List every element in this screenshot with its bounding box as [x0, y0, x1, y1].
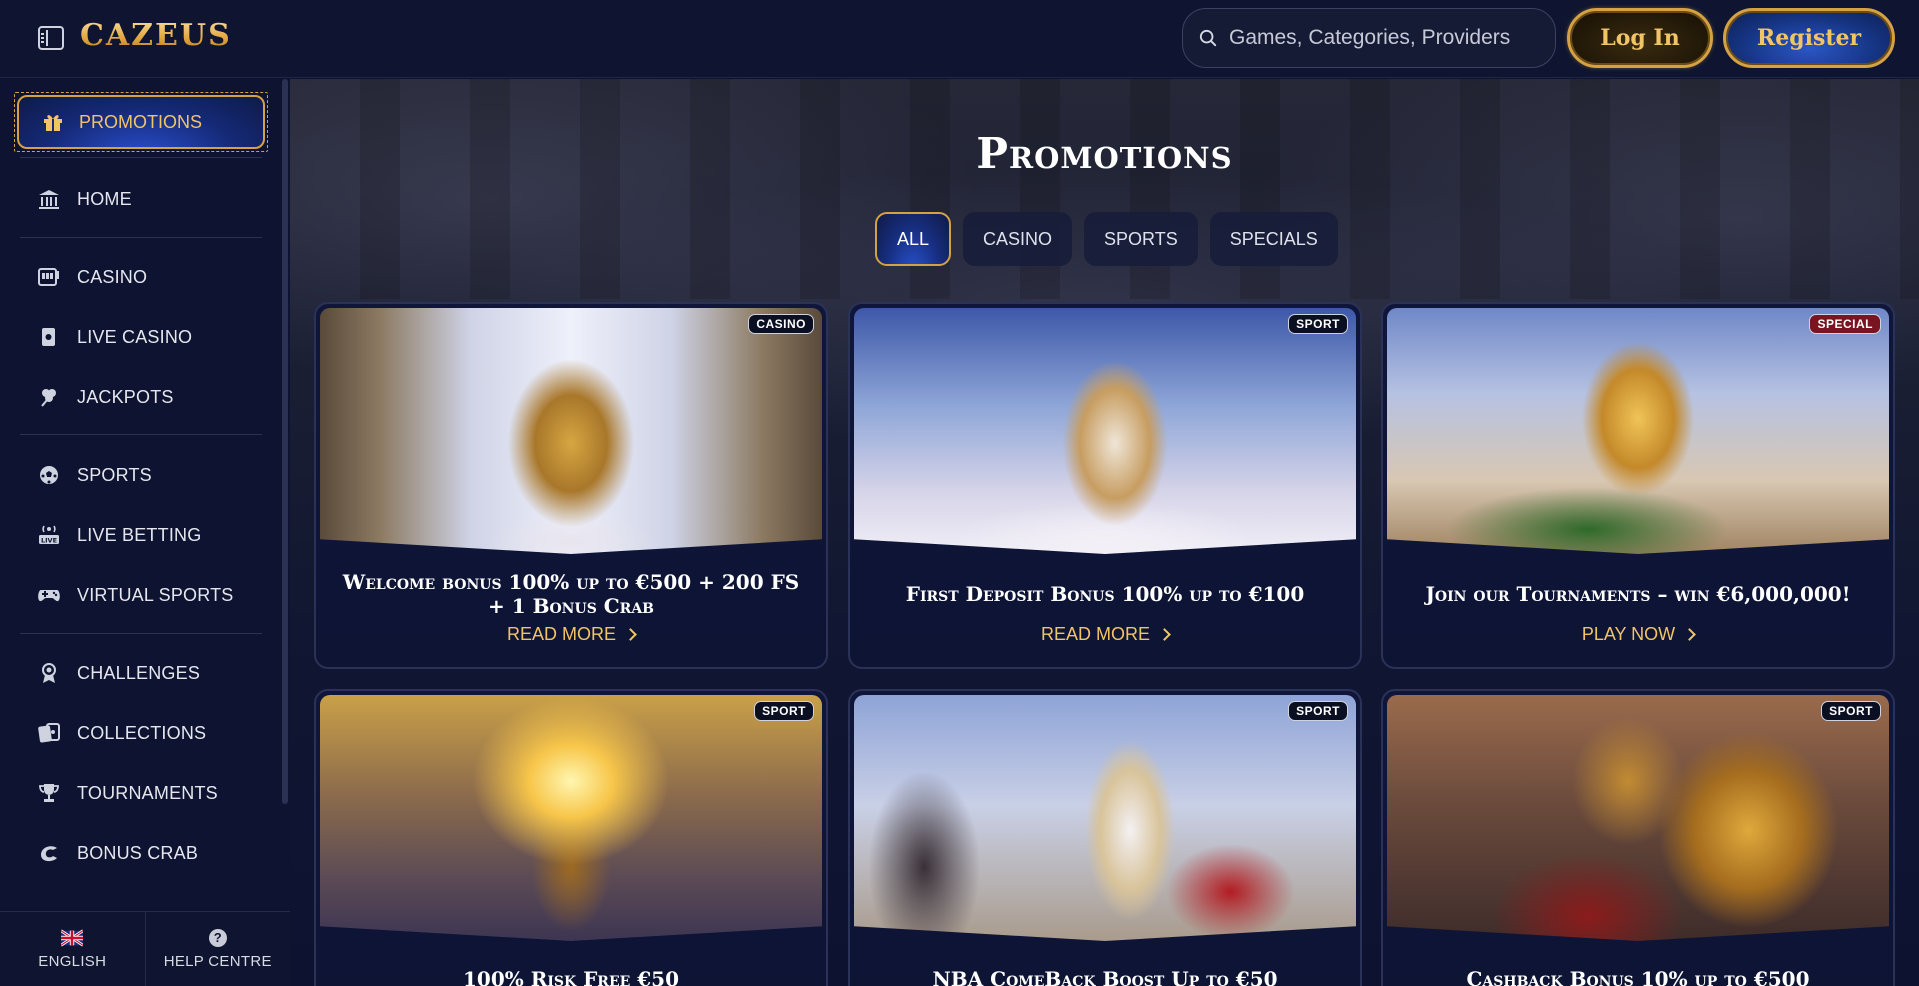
help-label: HELP CENTRE	[163, 952, 272, 970]
chevron-right-icon	[624, 628, 637, 641]
promo-image-amphora	[320, 695, 822, 941]
chevron-right-icon	[1158, 628, 1171, 641]
sidebar-divider	[20, 237, 262, 238]
sidebar-item-label: CHALLENGES	[77, 662, 201, 683]
collections-icon	[36, 720, 62, 746]
sidebar-item-challenges[interactable]: CHALLENGES	[36, 653, 200, 693]
read-more-link[interactable]: READ MORE	[316, 624, 826, 645]
sidebar-item-casino[interactable]: CASINO	[36, 257, 147, 297]
filter-tab-all[interactable]: ALL	[875, 212, 952, 266]
help-centre-button[interactable]: ? HELP CENTRE	[144, 912, 291, 986]
promo-image-zeus	[320, 308, 822, 554]
sidebar-item-promotions-inner: PROMOTIONS	[17, 95, 265, 149]
search-icon	[1199, 29, 1217, 47]
main-content: Promotions ALL CASINO SPORTS SPECIALS CA…	[290, 79, 1919, 986]
play-now-link[interactable]: PLAY NOW	[1383, 624, 1893, 645]
sidebar-item-sports[interactable]: SPORTS	[36, 455, 152, 495]
promo-title: Welcome bonus 100% up to €500 + 200 FS +…	[342, 570, 800, 618]
sidebar-item-collections[interactable]: COLLECTIONS	[36, 713, 206, 753]
sidebar-item-label: PROMOTIONS	[79, 111, 203, 132]
sidebar-item-label: COLLECTIONS	[77, 722, 207, 743]
chevron-right-icon	[1683, 628, 1697, 641]
sidebar-scrollbar[interactable]	[282, 79, 288, 804]
sidebar-item-live-betting[interactable]: LIVE LIVE BETTING	[36, 515, 201, 555]
soccer-ball-icon	[36, 462, 62, 488]
language-selector[interactable]: ENGLISH	[0, 912, 145, 986]
sidebar-item-home[interactable]: HOME	[36, 179, 132, 219]
sidebar-item-label: VIRTUAL SPORTS	[77, 584, 234, 605]
sidebar-divider	[20, 434, 262, 435]
sidebar-item-label: CASINO	[77, 266, 148, 287]
cta-label: PLAY NOW	[1581, 624, 1676, 644]
promo-image-spartan	[1387, 695, 1889, 941]
promo-title: Cashback Bonus 10% up to €500	[1466, 967, 1810, 986]
sidebar-divider	[20, 633, 262, 634]
live-icon: LIVE	[36, 522, 62, 548]
sidebar-item-live-casino[interactable]: LIVE CASINO	[36, 317, 192, 357]
promo-title: First Deposit Bonus 100% up to €100	[905, 582, 1305, 606]
medal-icon	[36, 660, 62, 686]
promo-card[interactable]: SPORT NBA ComeBack Boost Up to €50	[848, 689, 1362, 986]
sidebar-item-tournaments[interactable]: TOURNAMENTS	[36, 773, 218, 813]
category-badge: CASINO	[748, 314, 814, 334]
gift-icon	[44, 115, 62, 131]
slot-machine-icon	[36, 264, 62, 290]
sidebar-divider	[20, 157, 262, 158]
promo-title: 100% Risk Free €50	[462, 967, 679, 986]
promo-card[interactable]: CASINO Welcome bonus 100% up to €500 + 2…	[314, 302, 828, 669]
promo-card[interactable]: SPORT Cashback Bonus 10% up to €500	[1381, 689, 1895, 986]
promo-image-hera	[854, 308, 1356, 554]
sidebar-item-label: SPORTS	[77, 464, 152, 485]
filter-tab-sports[interactable]: SPORTS	[1084, 212, 1198, 266]
language-label: ENGLISH	[38, 952, 107, 970]
sidebar-item-virtual-sports[interactable]: VIRTUAL SPORTS	[36, 575, 234, 615]
sidebar-item-label: TOURNAMENTS	[77, 782, 218, 803]
sidebar-item-promotions[interactable]: PROMOTIONS	[14, 92, 268, 152]
promo-image-trophy	[1387, 308, 1889, 554]
crab-icon	[36, 840, 62, 866]
gamepad-icon	[36, 582, 62, 608]
clover-icon	[36, 384, 62, 410]
filter-tab-specials[interactable]: SPECIALS	[1209, 212, 1338, 266]
search-input[interactable]: Games, Categories, Providers	[1182, 8, 1556, 68]
sidebar-footer: ENGLISH ? HELP CENTRE	[0, 911, 290, 986]
cards-icon	[36, 324, 62, 350]
sidebar-item-label: HOME	[77, 188, 132, 209]
logo[interactable]: CAZEUS	[80, 18, 232, 53]
page-title: Promotions	[976, 129, 1233, 178]
cta-label: READ MORE	[1040, 624, 1150, 644]
promo-card[interactable]: SPORT First Deposit Bonus 100% up to €10…	[848, 302, 1362, 669]
cta-label: READ MORE	[506, 624, 616, 644]
trophy-icon	[36, 780, 62, 806]
promo-image-athena	[854, 695, 1356, 941]
category-badge: SPECIAL	[1809, 314, 1881, 334]
search-placeholder: Games, Categories, Providers	[1229, 26, 1511, 49]
register-button[interactable]: Register	[1723, 8, 1895, 68]
promo-card[interactable]: SPECIAL Join our Tournaments – win €6,00…	[1381, 302, 1895, 669]
category-badge: SPORT	[1288, 701, 1348, 721]
background-columns	[290, 79, 1919, 299]
help-icon: ?	[208, 928, 227, 947]
login-button[interactable]: Log In	[1567, 8, 1713, 68]
uk-flag-icon	[61, 928, 84, 947]
top-header: CAZEUS Games, Categories, Providers Log …	[0, 0, 1919, 78]
promo-title: NBA ComeBack Boost Up to €50	[932, 967, 1278, 986]
sidebar-item-jackpots[interactable]: JACKPOTS	[36, 377, 174, 417]
svg-text:LIVE: LIVE	[41, 537, 57, 545]
sidebar-item-label: JACKPOTS	[77, 386, 174, 407]
sidebar-item-label: BONUS CRAB	[77, 842, 199, 863]
category-badge: SPORT	[1288, 314, 1348, 334]
sidebar-item-label: LIVE BETTING	[77, 524, 202, 545]
filter-tab-casino[interactable]: CASINO	[963, 212, 1073, 266]
filter-tabs: ALL CASINO SPORTS SPECIALS	[875, 212, 1338, 266]
sidebar-item-bonus-crab[interactable]: BONUS CRAB	[36, 833, 198, 873]
sidebar-item-label: LIVE CASINO	[77, 326, 193, 347]
promo-title: Join our Tournaments – win €6,000,000!	[1425, 582, 1851, 606]
temple-icon	[36, 186, 62, 212]
category-badge: SPORT	[1821, 701, 1881, 721]
promo-card[interactable]: SPORT 100% Risk Free €50	[314, 689, 828, 986]
category-badge: SPORT	[754, 701, 814, 721]
read-more-link[interactable]: READ MORE	[850, 624, 1360, 645]
sidebar-toggle-icon[interactable]	[38, 26, 64, 50]
